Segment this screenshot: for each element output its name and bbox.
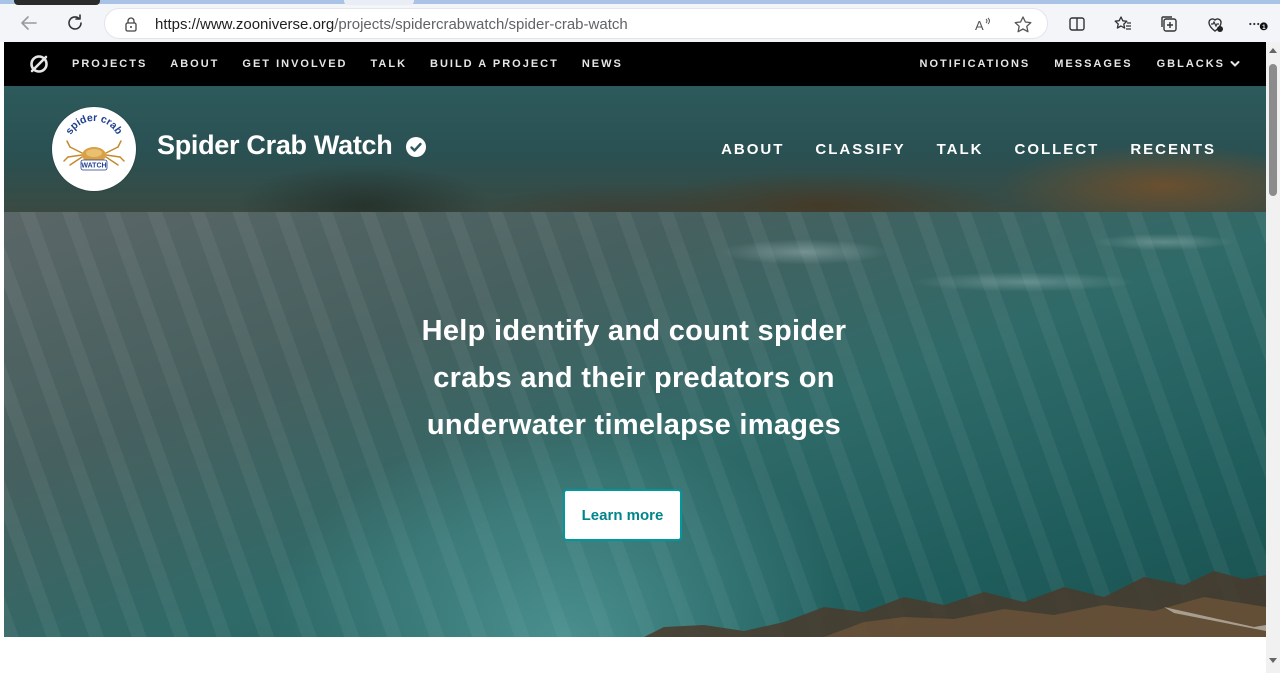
nav-build-a-project[interactable]: BUILD A PROJECT: [430, 58, 559, 70]
nav-talk[interactable]: TALK: [371, 58, 408, 70]
nav-about[interactable]: ABOUT: [170, 58, 219, 70]
favorite-star-icon[interactable]: [1013, 15, 1033, 35]
zooniverse-nav: PROJECTS ABOUT GET INVOLVED TALK BUILD A…: [4, 42, 1266, 86]
user-name: GBLACKS: [1156, 58, 1225, 70]
project-header: spider crab WATCH Spider Crab Watch ABOU…: [4, 86, 1266, 212]
browser-tab-inactive[interactable]: [344, 0, 414, 5]
collections-icon[interactable]: [1158, 13, 1180, 35]
back-icon[interactable]: [14, 9, 44, 37]
browser-tab[interactable]: [14, 0, 100, 5]
more-icon[interactable]: 1: [1248, 13, 1270, 35]
scroll-down-icon[interactable]: [1269, 658, 1277, 663]
project-nav-recents[interactable]: RECENTS: [1130, 141, 1216, 158]
project-nav-about[interactable]: ABOUT: [721, 141, 784, 158]
nav-projects[interactable]: PROJECTS: [72, 58, 147, 70]
nav-messages[interactable]: MESSAGES: [1054, 58, 1132, 70]
user-menu[interactable]: GBLACKS: [1157, 58, 1240, 70]
hero-headline-line-3: underwater timelapse images: [426, 409, 842, 441]
refresh-icon[interactable]: [60, 9, 90, 37]
page-scrollbar[interactable]: [1266, 42, 1280, 673]
nav-notifications[interactable]: NOTIFICATIONS: [920, 58, 1031, 70]
project-nav-classify[interactable]: CLASSIFY: [815, 141, 905, 158]
svg-text:spider crab: spider crab: [63, 112, 125, 137]
nav-get-involved[interactable]: GET INVOLVED: [242, 58, 347, 70]
browser-toolbar: https://www.zooniverse.org/projects/spid…: [0, 0, 1280, 42]
project-nav: ABOUT CLASSIFY TALK COLLECT RECENTS: [690, 86, 1216, 212]
url-path: /projects/spidercrabwatch/spider-crab-wa…: [334, 16, 628, 33]
zooniverse-user-links: NOTIFICATIONS MESSAGES GBLACKS: [896, 42, 1240, 86]
avatar-text-top: spider crab: [63, 112, 125, 137]
project-avatar[interactable]: spider crab WATCH: [52, 107, 136, 191]
hero-headline: Help identify and count spider crabs and…: [364, 308, 904, 449]
notification-count: 1: [1262, 24, 1266, 31]
lock-icon[interactable]: [123, 16, 139, 32]
verified-badge-icon: [405, 136, 427, 158]
project-title[interactable]: Spider Crab Watch: [157, 130, 393, 161]
project-nav-collect[interactable]: COLLECT: [1014, 141, 1099, 158]
svg-text:A: A: [975, 18, 984, 33]
favorites-icon[interactable]: [1112, 13, 1134, 35]
project-nav-talk[interactable]: TALK: [937, 141, 984, 158]
chevron-down-icon: [1230, 61, 1240, 68]
scroll-up-icon[interactable]: [1269, 48, 1277, 53]
health-icon[interactable]: [1204, 13, 1226, 35]
split-screen-icon[interactable]: [1066, 13, 1088, 35]
url-text[interactable]: https://www.zooniverse.org/projects/spid…: [155, 16, 628, 33]
avatar-text-bottom: WATCH: [81, 163, 106, 170]
url-host: https://www.zooniverse.org: [155, 16, 335, 33]
read-aloud-icon[interactable]: A: [973, 15, 993, 35]
hero-seabed-rocks: [644, 571, 1266, 637]
zooniverse-logo-icon[interactable]: [28, 53, 50, 75]
learn-more-button[interactable]: Learn more: [563, 489, 682, 541]
zooniverse-main-links: PROJECTS ABOUT GET INVOLVED TALK BUILD A…: [72, 42, 646, 86]
page-content-below: [4, 637, 1266, 673]
scrollbar-thumb[interactable]: [1269, 64, 1277, 196]
hero-headline-line-1: Help identify and count spider: [421, 315, 847, 347]
page-viewport: PROJECTS ABOUT GET INVOLVED TALK BUILD A…: [4, 42, 1266, 673]
hero-headline-line-2: crabs and their predators on: [433, 362, 835, 394]
address-bar[interactable]: https://www.zooniverse.org/projects/spid…: [104, 8, 1048, 39]
nav-news[interactable]: NEWS: [582, 58, 623, 70]
hero-banner: Help identify and count spider crabs and…: [4, 212, 1266, 637]
